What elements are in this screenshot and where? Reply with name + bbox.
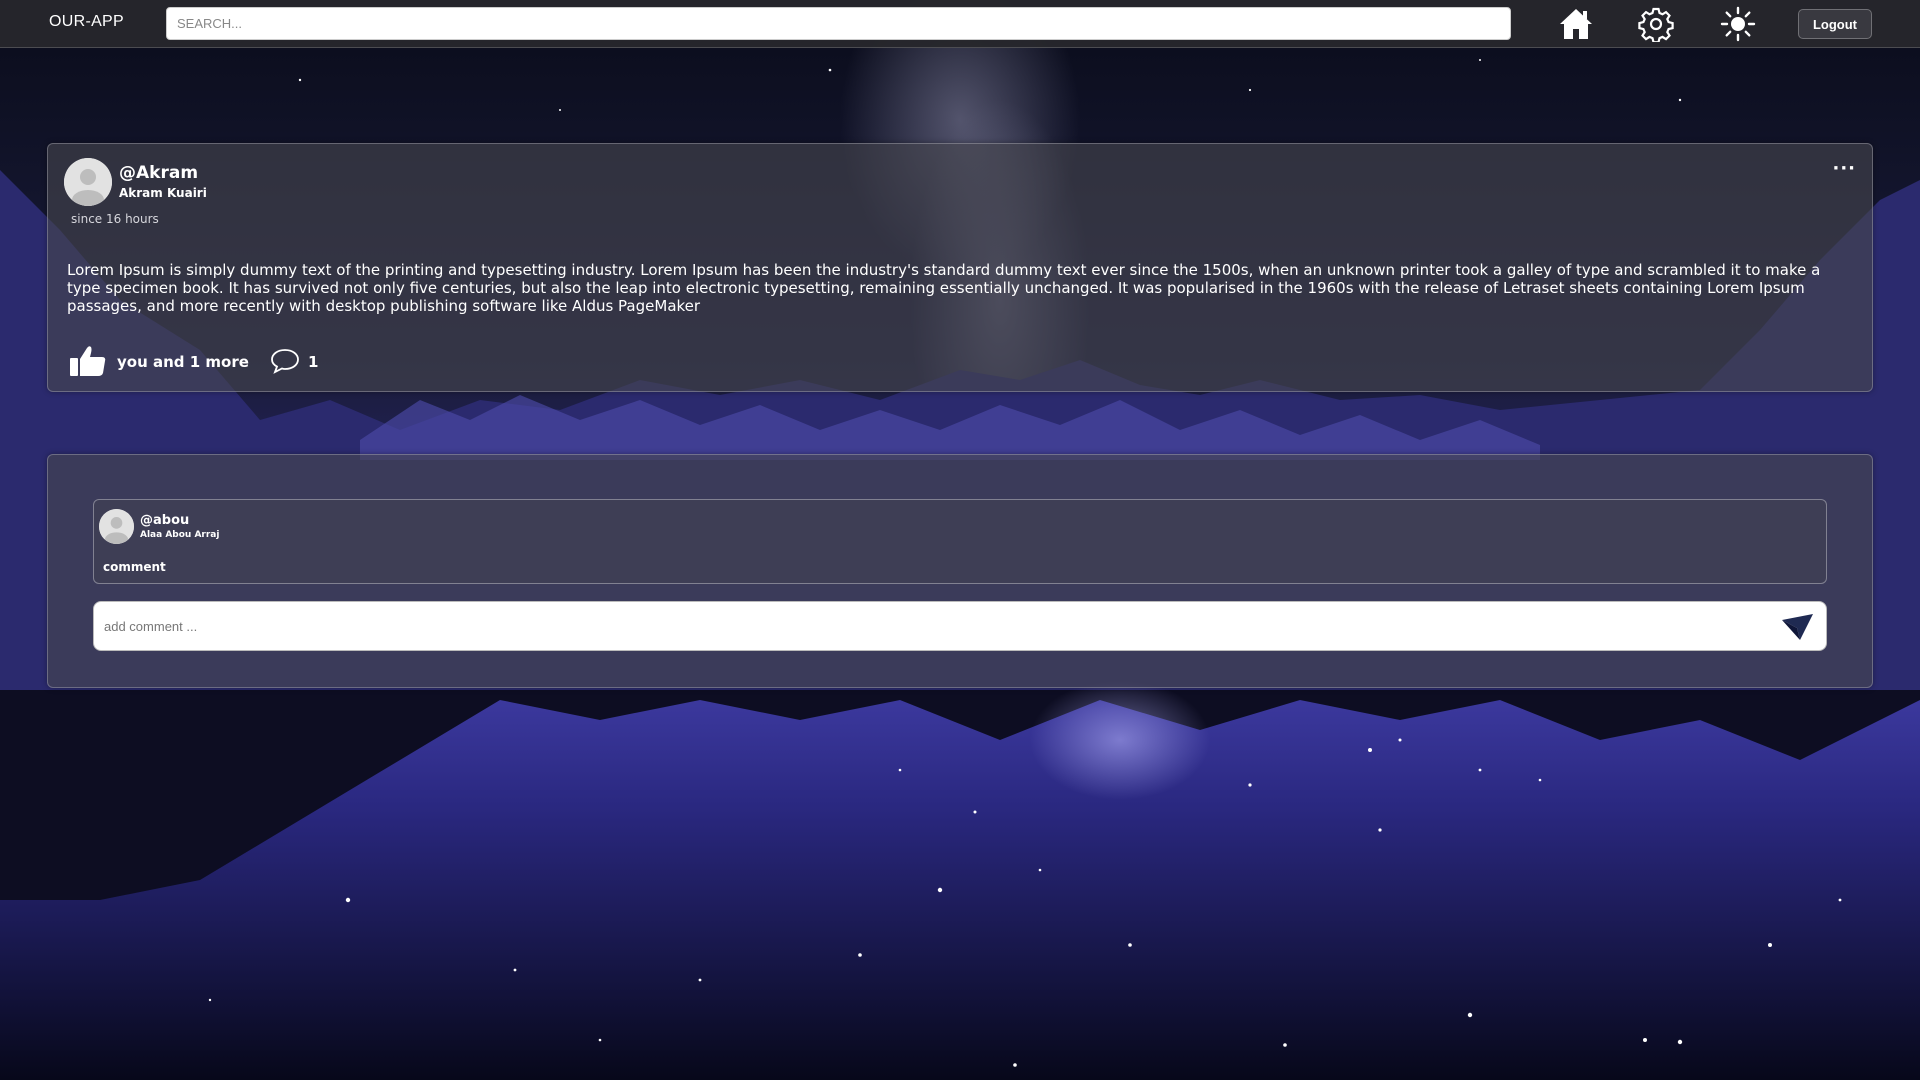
comments-count: 1 (308, 353, 319, 371)
comment-author-fullname: Alaa Abou Arraj (140, 530, 220, 540)
top-navbar: OUR-APP Logout (0, 0, 1920, 48)
send-arrow-icon[interactable] (1780, 612, 1814, 642)
comment-author-avatar[interactable] (99, 509, 134, 544)
comment-text: comment (103, 560, 166, 574)
add-comment-input[interactable] (94, 602, 1754, 650)
app-brand-logo[interactable]: OUR-APP (49, 13, 124, 31)
post-options-menu-icon[interactable]: ··· (1832, 158, 1856, 179)
post-author-username[interactable]: @Akram (119, 163, 198, 183)
likes-summary[interactable]: you and 1 more (117, 353, 249, 371)
home-icon[interactable] (1558, 6, 1594, 42)
comment-bubble-icon[interactable] (270, 348, 300, 374)
logout-button[interactable]: Logout (1798, 9, 1872, 39)
settings-gear-icon[interactable] (1638, 6, 1674, 42)
comments-section: @abou Alaa Abou Arraj comment (47, 454, 1873, 688)
theme-sun-icon[interactable] (1720, 6, 1756, 42)
add-comment-box (93, 601, 1827, 651)
like-thumbs-up-icon[interactable] (68, 344, 108, 378)
post-author-fullname: Akram Kuairi (119, 186, 207, 200)
comment-author-username[interactable]: @abou (140, 513, 189, 528)
post-card: @Akram Akram Kuairi since 16 hours ··· L… (47, 143, 1873, 392)
post-author-avatar[interactable] (64, 158, 112, 206)
post-timestamp: since 16 hours (71, 212, 159, 226)
post-body-text: Lorem Ipsum is simply dummy text of the … (67, 261, 1821, 315)
search-input[interactable] (166, 7, 1511, 40)
comment-item: @abou Alaa Abou Arraj comment (93, 499, 1827, 584)
